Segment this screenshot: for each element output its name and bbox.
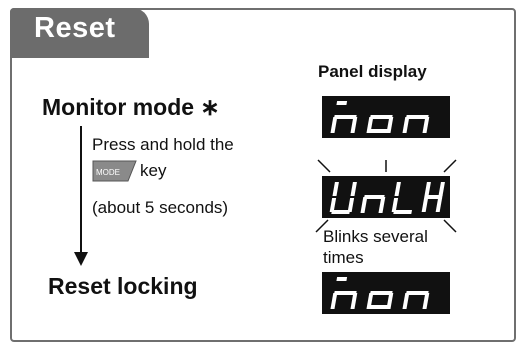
display-reset-locking (322, 272, 450, 314)
blink-note-line1: Blinks several (323, 227, 428, 246)
blink-note: Blinks several times (323, 226, 428, 268)
blink-note-line2: times (323, 248, 364, 267)
display-segments (330, 277, 430, 309)
